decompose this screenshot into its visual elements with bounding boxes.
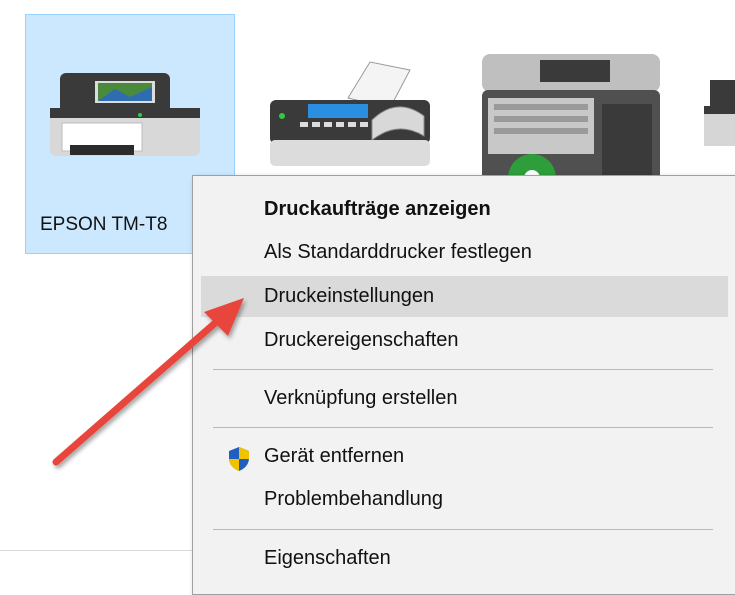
menu-item-label: Als Standarddrucker festlegen bbox=[264, 241, 532, 263]
menu-item-label: Druckereigenschaften bbox=[264, 329, 459, 351]
menu-separator bbox=[213, 529, 713, 530]
menu-item-druckeinstellungen[interactable]: Druckeinstellungen bbox=[201, 276, 728, 317]
context-menu: Druckaufträge anzeigen Als Standarddruck… bbox=[192, 175, 735, 595]
menu-item-label: Druckeinstellungen bbox=[264, 285, 435, 307]
menu-item-druckauftraege-anzeigen[interactable]: Druckaufträge anzeigen bbox=[201, 189, 728, 230]
menu-item-label: Druckaufträge anzeigen bbox=[264, 198, 491, 220]
menu-separator bbox=[213, 369, 713, 370]
printer-icon bbox=[704, 80, 735, 146]
printer-icon bbox=[50, 73, 200, 156]
menu-item-label: Eigenschaften bbox=[264, 547, 391, 569]
menu-item-problembehandlung[interactable]: Problembehandlung bbox=[201, 479, 728, 520]
fax-icon bbox=[270, 61, 430, 166]
menu-item-als-standarddrucker-festlegen[interactable]: Als Standarddrucker festlegen bbox=[201, 232, 728, 273]
menu-item-druckereigenschaften[interactable]: Druckereigenschaften bbox=[201, 320, 728, 361]
menu-item-verknuepfung-erstellen[interactable]: Verknüpfung erstellen bbox=[201, 378, 728, 419]
menu-item-geraet-entfernen[interactable]: Gerät entfernen bbox=[201, 436, 728, 477]
menu-item-label: Gerät entfernen bbox=[264, 445, 405, 467]
menu-item-label: Problembehandlung bbox=[264, 488, 444, 510]
multifunction-printer-icon bbox=[482, 54, 660, 186]
divider bbox=[0, 550, 200, 551]
menu-item-eigenschaften[interactable]: Eigenschaften bbox=[201, 538, 728, 579]
menu-separator bbox=[213, 427, 713, 428]
uac-shield-icon bbox=[229, 447, 249, 471]
menu-item-label: Verknüpfung erstellen bbox=[264, 387, 458, 409]
device-label: EPSON TM-T8 bbox=[40, 214, 168, 235]
